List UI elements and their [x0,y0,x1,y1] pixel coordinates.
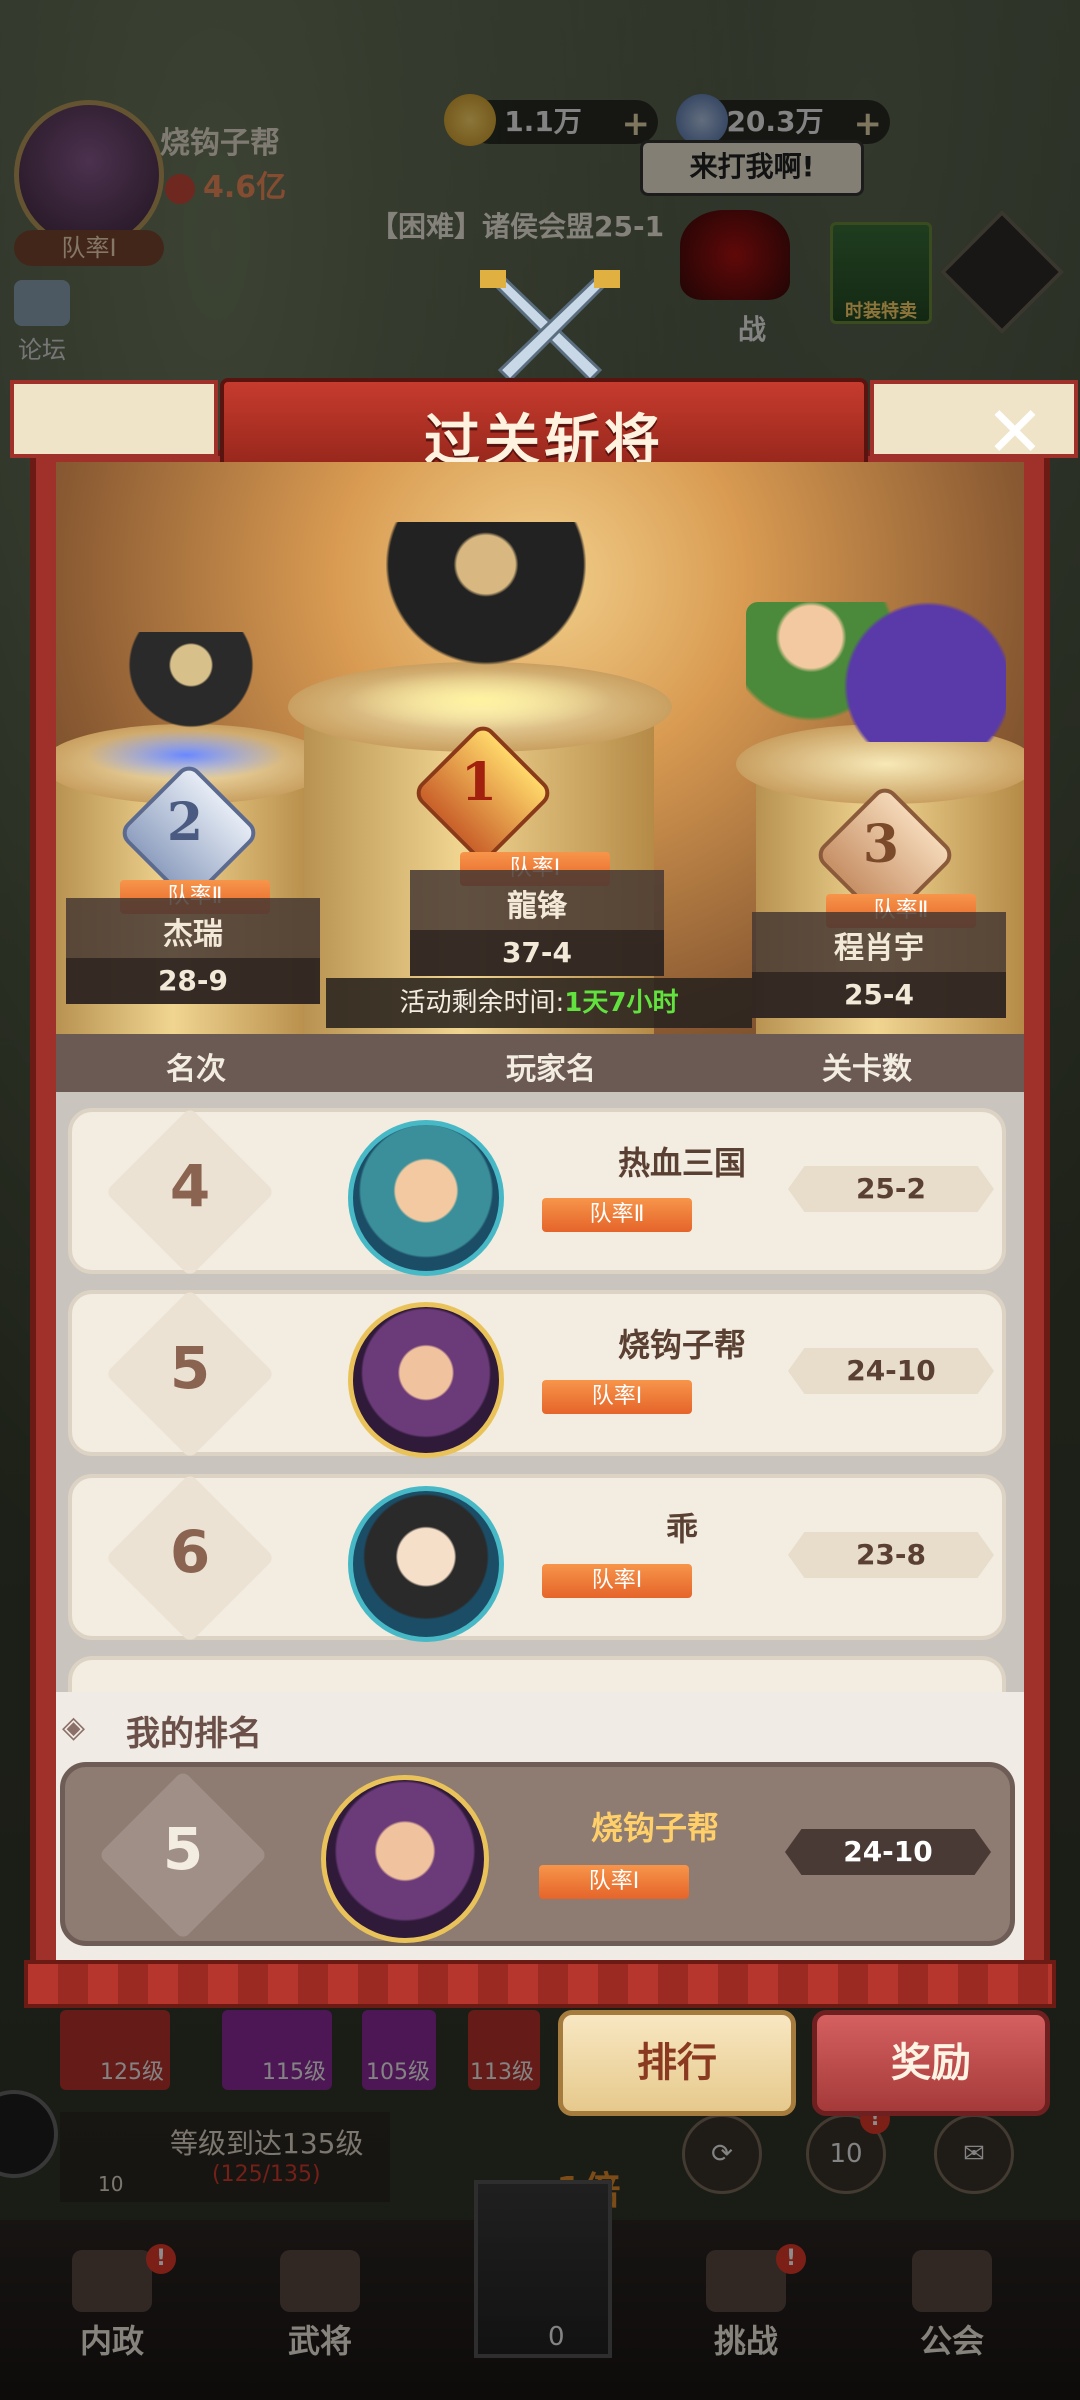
avatar-teal[interactable] [348,1120,504,1276]
row-player-name: 烧钩子帮 [617,1326,746,1364]
ranking-row[interactable]: 4 热血三国 队率Ⅱ 25-2 [68,1107,1006,1277]
row-rank: 5 [169,1334,211,1402]
ranking-button[interactable]: 排行 [558,2010,796,2116]
avatar-white[interactable] [348,1486,504,1642]
timer-value: 1天7小时 [564,988,679,1018]
event-timer: 活动剩余时间:1天7小时 [326,978,752,1028]
timer-label: 活动剩余时间: [399,988,565,1018]
champion-3-sprite[interactable] [746,602,1006,742]
crossed-swords-icon [480,270,620,383]
row-rank: 6 [169,1518,211,1586]
podium-3-name: 程肖宇 [834,931,924,966]
my-rank-number: 5 [162,1815,204,1883]
champion-2-sprite[interactable] [126,632,256,742]
modal-bottom-trim [24,1960,1056,2008]
podium-place-2: 2 [166,792,204,853]
row-stage: 24-10 [788,1348,994,1394]
close-icon[interactable]: ✕ [980,397,1050,470]
podium-place-3: 3 [862,814,900,875]
podium-1-name: 龍锋 [507,889,567,924]
row-stage: 23-8 [788,1532,994,1578]
my-tag: 队率Ⅰ [539,1865,689,1899]
champion-1-sprite[interactable] [386,522,586,692]
list-header: 名次 玩家名 关卡数 [56,1034,1024,1092]
podium-1-stage: 37-4 [410,930,664,976]
ranking-row[interactable]: 6 乖 队率Ⅰ 23-8 [68,1473,1006,1643]
my-stage: 24-10 [785,1829,991,1875]
row-tag: 队率Ⅱ [542,1198,692,1232]
podium-2-stage: 28-9 [66,958,320,1004]
avatar-purple[interactable] [321,1775,489,1943]
podium-3-stage: 25-4 [752,972,1006,1018]
row-player-name: 乖 [665,1510,698,1548]
row-rank: 4 [169,1152,211,1220]
header-player: 玩家名 [506,1052,596,1087]
my-rank-label: 我的排名 [126,1714,262,1754]
row-tag: 队率Ⅰ [542,1380,692,1414]
ranking-row[interactable]: 5 烧钩子帮 队率Ⅰ 24-10 [68,1289,1006,1459]
row-tag: 队率Ⅰ [542,1564,692,1598]
row-player-name: 热血三国 [617,1144,746,1182]
reward-button[interactable]: 奖励 [812,2010,1050,2116]
podium-place-1: 1 [460,752,498,813]
podium-2-name: 杰瑞 [163,917,223,952]
my-player-name: 烧钩子帮 [590,1809,719,1847]
header-rank: 名次 [166,1052,226,1087]
podium-3-card: 程肖宇 25-4 [752,912,1006,1018]
row-stage: 25-2 [788,1166,994,1212]
podium-1-card: 龍锋 37-4 [410,870,664,976]
my-rank-row[interactable]: 5 烧钩子帮 队率Ⅰ 24-10 [60,1762,1015,1946]
podium-area: 2 1 3 队率Ⅱ 杰瑞 28-9 队率Ⅰ 龍锋 37-4 队率Ⅱ 程肖宇 25… [56,462,1024,1042]
ranking-row-partial[interactable] [68,1656,1006,1696]
avatar-purple[interactable] [348,1302,504,1458]
header-stage: 关卡数 [822,1052,912,1087]
roof-eave-left [10,380,218,458]
podium-2-card: 杰瑞 28-9 [66,898,320,1004]
diamond-arrow-icon: ◈ [62,1710,86,1745]
